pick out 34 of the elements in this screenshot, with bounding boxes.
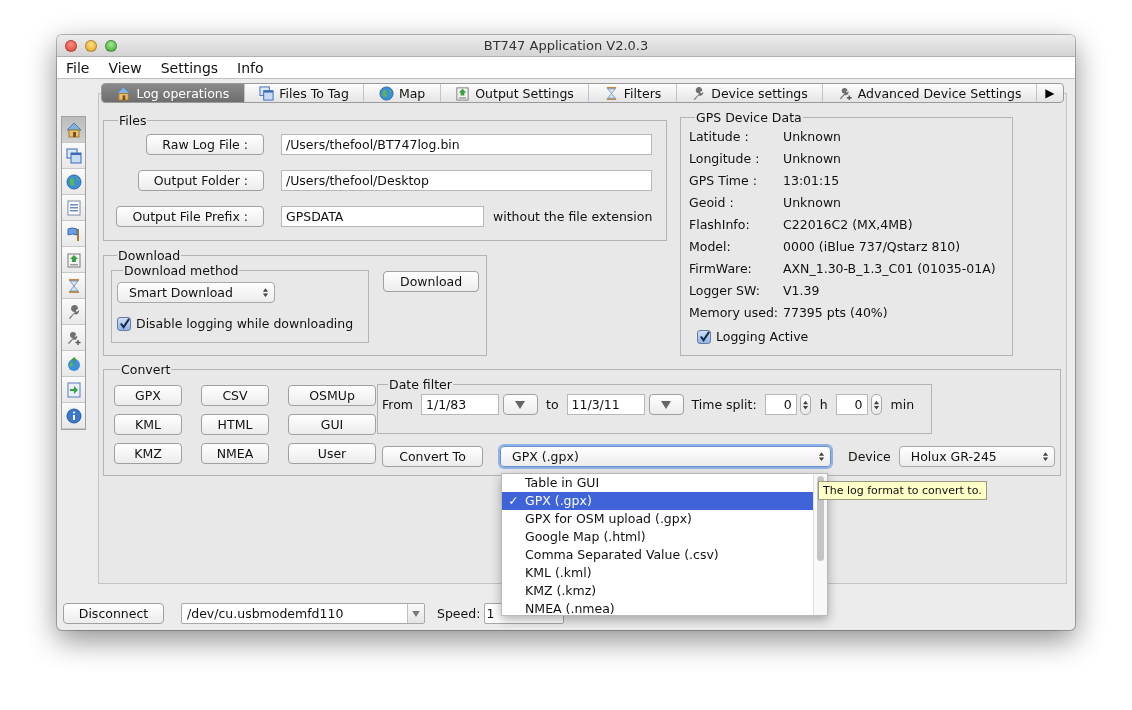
group-title: Download method (123, 263, 240, 278)
field-label: Memory used: (689, 305, 780, 321)
field-label: From (382, 397, 413, 412)
group-title: GPS Device Data (695, 110, 803, 125)
unit-label: h (819, 397, 828, 412)
field-value: V1.39 (783, 283, 821, 299)
window-title: BT747 Application V2.0.3 (483, 38, 649, 53)
field-value: AXN_1.30-B_1.3_C01 (01035-01A) (783, 261, 997, 277)
field-value: 13:01:15 (783, 173, 841, 189)
field-label: Time split: (691, 397, 757, 412)
field-value: C22016C2 (MX,4MB) (783, 217, 914, 233)
field-label: to (546, 397, 559, 412)
group-title: Download (117, 248, 182, 263)
field-label: Longitude : (689, 151, 761, 167)
field-label: GPS Time : (689, 173, 758, 189)
tooltip: The log format to convert to. (818, 481, 987, 500)
field-value: Unknown (783, 129, 843, 145)
field-label: Geoid : (689, 195, 735, 211)
field-label: FlashInfo: (689, 217, 751, 233)
field-label: Latitude : (689, 129, 750, 145)
field-label: Model: (689, 239, 732, 255)
group-title: Convert (120, 362, 172, 377)
field-value: 0000 (iBlue 737/Qstarz 810) (783, 239, 962, 255)
field-value: Unknown (783, 151, 843, 167)
unit-label: min (890, 397, 915, 412)
field-value: 77395 pts (40%) (783, 305, 889, 321)
field-label: Device (848, 449, 891, 464)
field-label: Speed: (437, 606, 481, 621)
group-title: Files (118, 113, 148, 128)
hint-text: without the file extension (493, 209, 653, 224)
group-title: Date filter (388, 377, 453, 392)
field-label: Logger SW: (689, 283, 761, 299)
field-value: Unknown (783, 195, 843, 211)
field-label: FirmWare: (689, 261, 753, 277)
